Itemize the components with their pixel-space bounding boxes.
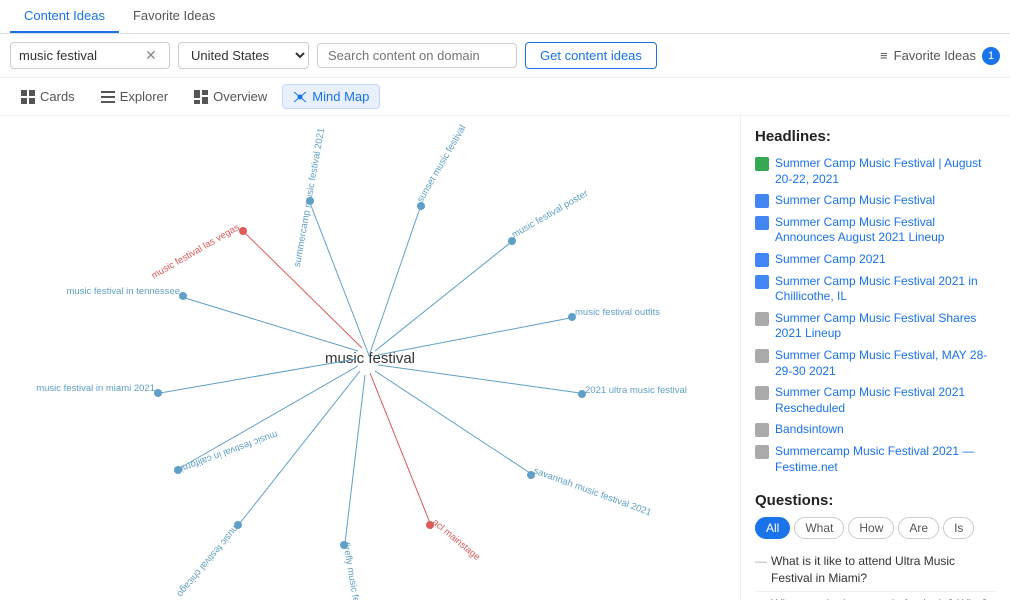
- favicon-icon: [755, 275, 769, 289]
- svg-text:sunset music festival: sunset music festival: [415, 123, 468, 204]
- headline-item[interactable]: Summercamp Music Festival 2021 — Festime…: [755, 441, 996, 478]
- headline-item[interactable]: Summer Camp Music Festival 2021 Reschedu…: [755, 382, 996, 419]
- overview-label: Overview: [213, 89, 267, 104]
- headline-item[interactable]: Summer Camp 2021: [755, 249, 996, 271]
- headlines-title: Headlines:: [755, 128, 996, 145]
- questions-title: Questions:: [755, 492, 996, 509]
- filter-buttons: All What How Are Is: [755, 517, 996, 539]
- filter-what-btn[interactable]: What: [794, 517, 844, 539]
- explorer-label: Explorer: [120, 89, 168, 104]
- svg-text:music festival in tennessee: music festival in tennessee: [66, 286, 180, 297]
- favorite-ideas-button[interactable]: ≡ Favorite Ideas 1: [880, 47, 1000, 65]
- favicon-icon: [755, 216, 769, 230]
- filter-are-btn[interactable]: Are: [898, 517, 939, 539]
- svg-text:music festival outfits: music festival outfits: [575, 307, 660, 318]
- svg-text:acl mainstage: acl mainstage: [430, 517, 482, 563]
- headline-item[interactable]: Summer Camp Music Festival | August 20-2…: [755, 153, 996, 190]
- svg-text:music festival poster: music festival poster: [510, 188, 590, 241]
- favicon-icon: [755, 445, 769, 459]
- overview-icon: [194, 90, 208, 104]
- hamburger-icon: ≡: [880, 48, 888, 63]
- keyword-input[interactable]: [19, 48, 139, 63]
- view-tabs: Cards Explorer Overview Mind Map: [0, 78, 1010, 116]
- headline-item[interactable]: Bandsintown: [755, 419, 996, 441]
- svg-text:savannah music festival 2021: savannah music festival 2021: [532, 465, 653, 518]
- mindmap-icon: [293, 90, 307, 104]
- keyword-input-wrap: ✕: [10, 42, 170, 69]
- filter-all-btn[interactable]: All: [755, 517, 790, 539]
- right-panel: Headlines: Summer Camp Music Festival | …: [740, 116, 1010, 600]
- fav-ideas-badge: 1: [982, 47, 1000, 65]
- tab-cards[interactable]: Cards: [10, 84, 86, 109]
- favicon-icon: [755, 349, 769, 363]
- svg-text:music festival in miami 2021: music festival in miami 2021: [36, 383, 155, 394]
- favicon-icon: [755, 423, 769, 437]
- questions-section: Questions: All What How Are Is — What is…: [755, 492, 996, 600]
- headline-item[interactable]: Summer Camp Music Festival: [755, 190, 996, 212]
- svg-text:music festival las vegas: music festival las vegas: [150, 222, 242, 282]
- explorer-icon: [101, 90, 115, 104]
- clear-keyword-button[interactable]: ✕: [143, 47, 159, 64]
- favicon-icon: [755, 312, 769, 326]
- favicon-icon: [755, 157, 769, 171]
- headline-item[interactable]: Summer Camp Music Festival Announces Aug…: [755, 212, 996, 249]
- question-item[interactable]: — What is it like to attend Ultra Music …: [755, 549, 996, 592]
- headline-item[interactable]: Summer Camp Music Festival 2021 in Chill…: [755, 271, 996, 308]
- fav-ideas-label: Favorite Ideas: [894, 48, 976, 63]
- cards-icon: [21, 90, 35, 104]
- mindmap-label: Mind Map: [312, 89, 369, 104]
- svg-text:2021 ultra music festival: 2021 ultra music festival: [585, 385, 687, 396]
- cards-label: Cards: [40, 89, 75, 104]
- get-ideas-button[interactable]: Get content ideas: [525, 42, 657, 69]
- favicon-icon: [755, 386, 769, 400]
- tab-mindmap[interactable]: Mind Map: [282, 84, 380, 109]
- favicon-icon: [755, 194, 769, 208]
- tab-content-ideas[interactable]: Content Ideas: [10, 0, 119, 33]
- country-select[interactable]: United States United Kingdom Canada: [178, 42, 309, 69]
- mind-map-area[interactable]: music festival summercamp music festival…: [0, 116, 740, 600]
- svg-text:firefly music festival 2021: firefly music festival 2021: [340, 542, 369, 600]
- favicon-icon: [755, 253, 769, 267]
- tab-favorite-ideas[interactable]: Favorite Ideas: [119, 0, 229, 33]
- mind-map-svg: music festival summercamp music festival…: [0, 116, 740, 600]
- filter-how-btn[interactable]: How: [848, 517, 894, 539]
- domain-search-input[interactable]: [317, 43, 517, 68]
- headline-item[interactable]: Summer Camp Music Festival, MAY 28-29-30…: [755, 345, 996, 382]
- tab-explorer[interactable]: Explorer: [90, 84, 179, 109]
- svg-text:music festival chicago: music festival chicago: [174, 521, 242, 599]
- question-item[interactable]: — What are the best music festivals? Why…: [755, 592, 996, 600]
- main-content: music festival summercamp music festival…: [0, 116, 1010, 600]
- svg-text:music festival in california: music festival in california: [173, 428, 279, 475]
- top-nav-tabs: Content Ideas Favorite Ideas: [0, 0, 1010, 34]
- tab-overview[interactable]: Overview: [183, 84, 278, 109]
- svg-text:summercamp music festival 2021: summercamp music festival 2021: [292, 127, 327, 268]
- headline-item[interactable]: Summer Camp Music Festival Shares 2021 L…: [755, 308, 996, 345]
- toolbar: ✕ United States United Kingdom Canada Ge…: [0, 34, 1010, 78]
- filter-is-btn[interactable]: Is: [943, 517, 974, 539]
- headlines-list: Summer Camp Music Festival | August 20-2…: [755, 153, 996, 478]
